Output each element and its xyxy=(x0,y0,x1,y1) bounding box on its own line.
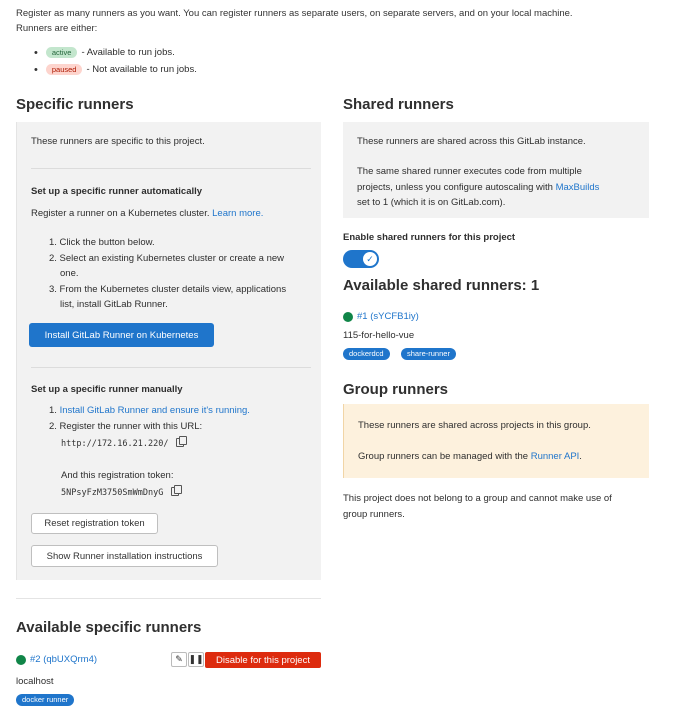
registration-token: 5NPsyFzM3750SmWmDnyG xyxy=(61,488,164,498)
install-runner-link[interactable]: Install GitLab Runner and ensure it's ru… xyxy=(60,405,250,416)
step-3-cont: list, install GitLab Runner. xyxy=(60,299,168,310)
available-specific-title: Available specific runners xyxy=(16,619,202,636)
runner-url-row: http://172.16.21.220/ xyxy=(61,436,188,449)
check-icon: ✓ xyxy=(363,252,377,266)
step-3: 3. From the Kubernetes cluster details v… xyxy=(49,283,287,295)
pencil-icon[interactable]: ✎ xyxy=(171,652,187,667)
intro-text: Register as many runners as you want. Yo… xyxy=(16,6,676,36)
active-description: - Available to run jobs. xyxy=(81,47,175,58)
shared-runner-link[interactable]: #1 (sYCFB1iy) xyxy=(357,311,419,322)
divider xyxy=(31,168,311,169)
manual-step-1-number: 1. xyxy=(49,405,60,416)
group-desc-1: These runners are shared across projects… xyxy=(358,420,591,431)
divider xyxy=(31,367,311,368)
pause-icon[interactable]: ❚❚ xyxy=(188,652,204,667)
auto-setup-text-label: Register a runner on a Kubernetes cluste… xyxy=(31,208,213,219)
step-2: 2. Select an existing Kubernetes cluster… xyxy=(49,252,284,264)
group-runners-info: These runners are shared across projects… xyxy=(343,404,649,478)
token-label: And this registration token: xyxy=(61,470,174,481)
copy-url-icon[interactable] xyxy=(176,436,188,447)
specific-runner-description: localhost xyxy=(16,676,54,687)
shared-runners-toggle[interactable]: ✓ xyxy=(343,250,379,268)
available-shared-title: Available shared runners: 1 xyxy=(343,277,540,294)
shared-desc-2b: projects, unless you configure autoscali… xyxy=(357,181,556,193)
active-badge: active xyxy=(45,47,78,58)
specific-runners-title: Specific runners xyxy=(16,96,134,113)
shared-desc-2c: set to 1 (which it is on GitLab.com). xyxy=(357,197,506,208)
group-desc-2-prefix: Group runners can be managed with the xyxy=(358,451,531,462)
intro-line-1: Register as many runners as you want. Yo… xyxy=(16,8,573,19)
status-item-paused: paused - Not available to run jobs. xyxy=(34,61,197,78)
disable-runner-button[interactable]: Disable for this project xyxy=(205,652,321,668)
group-runners-title: Group runners xyxy=(343,381,449,398)
auto-setup-text: Register a runner on a Kubernetes cluste… xyxy=(31,208,263,219)
status-item-active: active - Available to run jobs. xyxy=(34,44,197,61)
manual-step-2: 2. Register the runner with this URL: xyxy=(49,421,203,432)
shared-desc-1: These runners are shared across this Git… xyxy=(357,136,586,147)
runner-tag: docker runner xyxy=(16,694,75,706)
group-note: This project does not belong to a group … xyxy=(343,491,612,522)
shared-runners-title: Shared runners xyxy=(343,96,454,113)
section-divider xyxy=(16,598,321,599)
runner-tag: dockerdcd xyxy=(343,348,390,360)
intro-line-2: Runners are either: xyxy=(16,23,98,34)
step-2-cont: one. xyxy=(60,268,79,279)
paused-badge: paused xyxy=(45,64,83,75)
runner-url: http://172.16.21.220/ xyxy=(61,439,169,449)
specific-runners-description: These runners are specific to this proje… xyxy=(31,136,205,147)
maxbuilds-link[interactable]: MaxBuilds xyxy=(556,182,600,193)
auto-setup-heading: Set up a specific runner automatically xyxy=(31,186,203,197)
manual-setup-heading: Set up a specific runner manually xyxy=(31,384,183,395)
shared-desc-2: The same shared runner executes code fro… xyxy=(357,164,599,211)
online-status-icon xyxy=(343,312,353,322)
online-status-icon xyxy=(16,655,26,665)
group-desc-2-suffix: . xyxy=(579,451,582,462)
specific-runner-link[interactable]: #2 (qbUXQrm4) xyxy=(30,654,97,665)
shared-desc-2b-row: projects, unless you configure autoscali… xyxy=(357,180,599,196)
group-desc-2: Group runners can be managed with the Ru… xyxy=(358,451,582,462)
auto-setup-steps: 1. Click the button below. 2. Select an … xyxy=(49,235,286,313)
show-instructions-button[interactable]: Show Runner installation instructions xyxy=(31,545,218,567)
runner-tag: share-runner xyxy=(401,348,456,360)
group-note-line-1: This project does not belong to a group … xyxy=(343,493,612,504)
runner-api-link[interactable]: Runner API xyxy=(531,451,580,462)
manual-step-1: 1. Install GitLab Runner and ensure it's… xyxy=(49,405,250,416)
install-runner-kubernetes-button[interactable]: Install GitLab Runner on Kubernetes xyxy=(29,323,214,347)
shared-runner-description: 115-for-hello-vue xyxy=(343,330,415,341)
step-1: 1. Click the button below. xyxy=(49,237,155,248)
paused-description: - Not available to run jobs. xyxy=(86,64,197,75)
shared-desc-2a: The same shared runner executes code fro… xyxy=(357,166,582,177)
learn-more-link[interactable]: Learn more. xyxy=(212,208,263,219)
specific-runners-panel: These runners are specific to this proje… xyxy=(16,122,321,580)
group-note-line-2: group runners. xyxy=(343,508,405,520)
shared-runners-info: These runners are shared across this Git… xyxy=(343,122,649,218)
token-row: 5NPsyFzM3750SmWmDnyG xyxy=(61,485,183,498)
runner-status-list: active - Available to run jobs. paused -… xyxy=(34,44,197,78)
copy-token-icon[interactable] xyxy=(171,485,183,496)
toggle-label: Enable shared runners for this project xyxy=(343,232,516,243)
reset-token-button[interactable]: Reset registration token xyxy=(31,513,158,534)
